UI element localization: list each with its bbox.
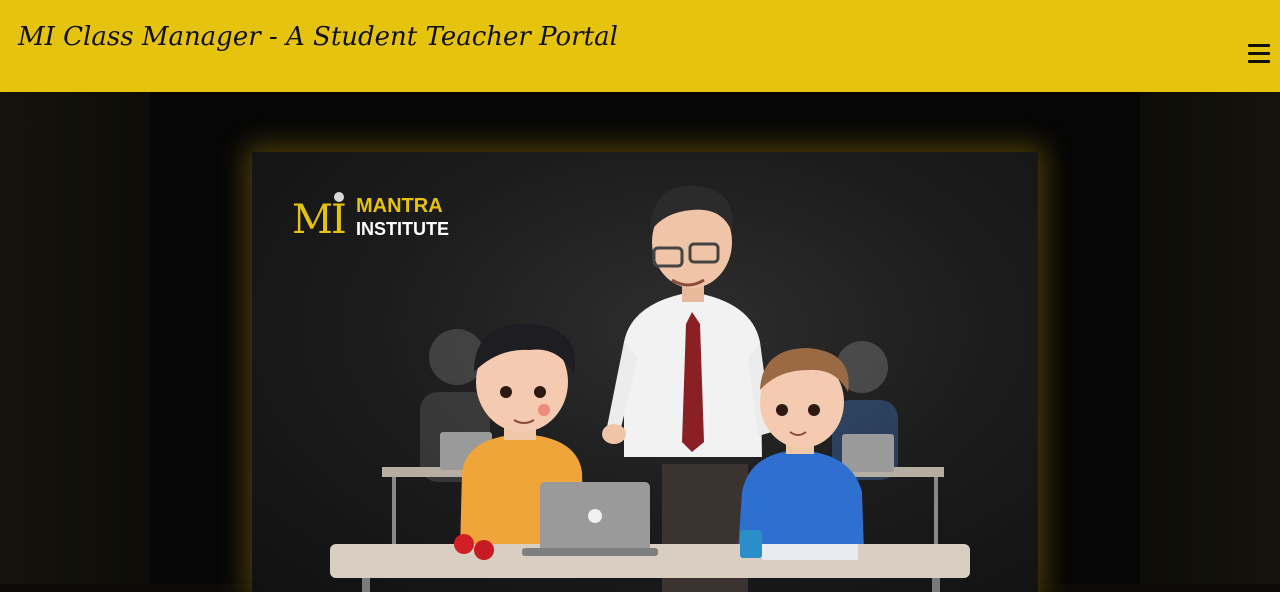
- menu-bar-line: [1248, 44, 1270, 47]
- logo-emblem-icon: [334, 192, 344, 202]
- menu-bar-line: [1248, 60, 1270, 63]
- classroom-illustration: [330, 185, 970, 592]
- hero-section: MI MANTRA INSTITUTE: [0, 92, 1280, 592]
- menu-bar-line: [1248, 52, 1270, 55]
- apple-1: [454, 534, 474, 554]
- logo-monogram: MI: [292, 197, 347, 243]
- logo-text-line1: MANTRA: [356, 195, 443, 217]
- hero-banner-image: MI MANTRA INSTITUTE: [252, 152, 1038, 592]
- logo-text-line2: INSTITUTE: [356, 219, 449, 239]
- app-title: MI Class Manager - A Student Teacher Por…: [18, 22, 618, 52]
- hamburger-menu-icon[interactable]: [1248, 44, 1272, 66]
- apple-2: [474, 540, 494, 560]
- notebook: [762, 544, 858, 560]
- pencil-cup: [740, 530, 762, 558]
- laptop-front: [522, 482, 658, 556]
- top-bar: MI Class Manager - A Student Teacher Por…: [0, 0, 1280, 92]
- back-laptop-right: [842, 434, 894, 472]
